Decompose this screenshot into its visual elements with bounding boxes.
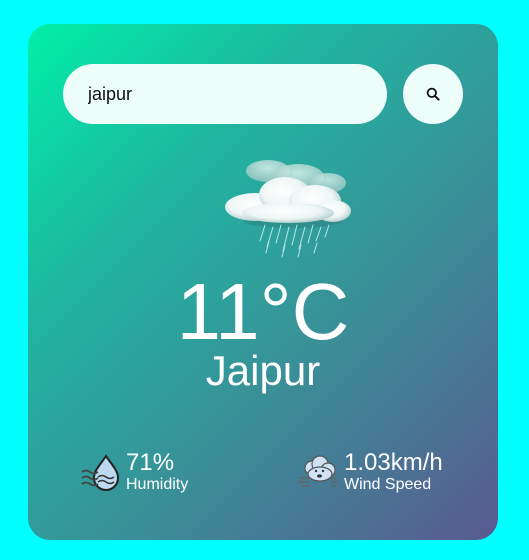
temperature: 11°C (176, 267, 350, 356)
humidity-icon (81, 454, 120, 491)
search-icon (426, 87, 440, 101)
humidity-label: Humidity (126, 476, 189, 493)
wind-detail: 1.03km/h Wind Speed (298, 450, 443, 494)
rain-cloud-icon (225, 160, 351, 258)
search-button[interactable] (403, 64, 463, 124)
humidity-value: 71% (126, 449, 175, 476)
humidity-detail: 71% Humidity (80, 450, 188, 494)
city-name: Jaipur (205, 347, 321, 394)
wind-icon (298, 455, 338, 487)
weather-card: 11°C Jaipur 71% Humidity 1.03 (28, 24, 498, 540)
wind-speed-label: Wind Speed (344, 476, 432, 493)
search-input[interactable] (63, 64, 387, 124)
wind-speed-value: 1.03km/h (344, 449, 443, 476)
